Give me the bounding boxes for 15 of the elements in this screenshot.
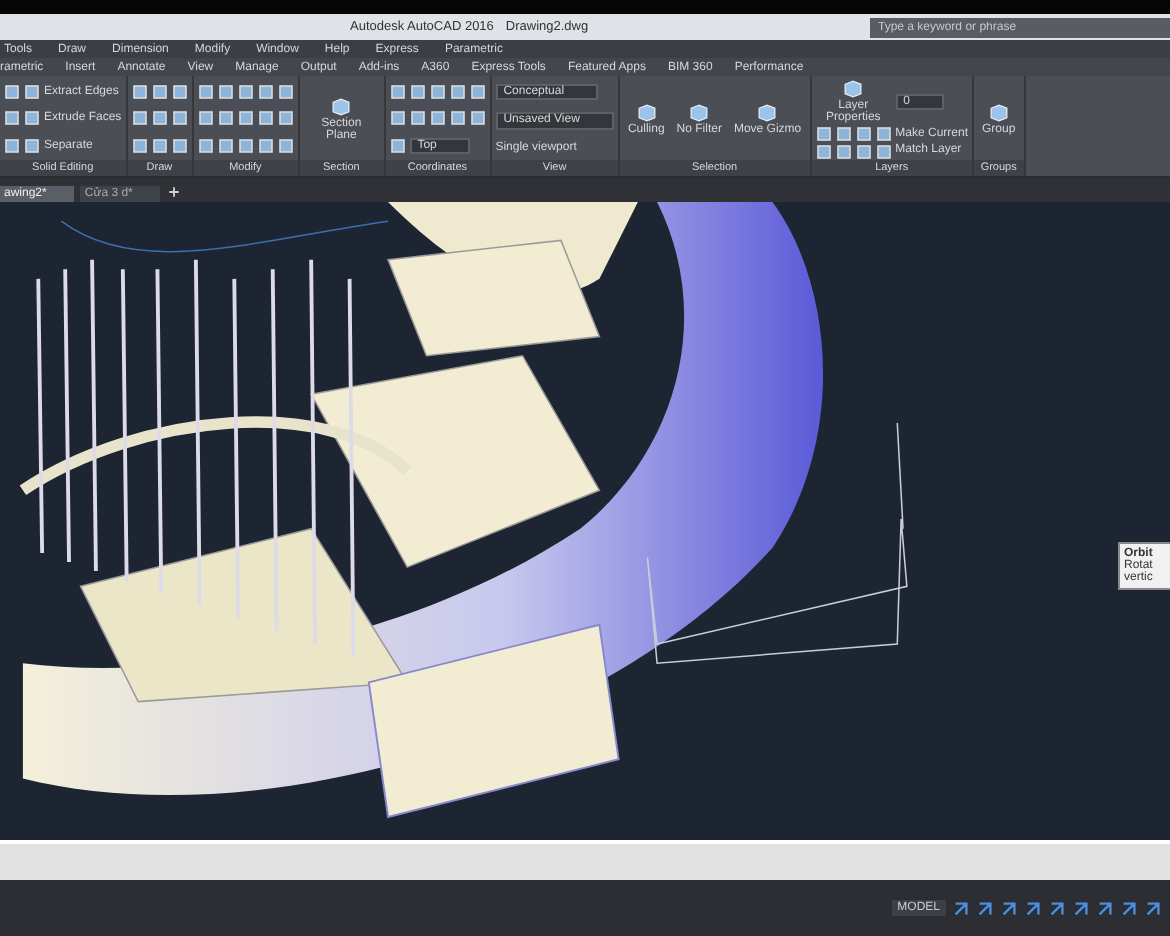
cube-icon [688,102,711,124]
status-icon[interactable] [1096,899,1114,917]
status-icon[interactable] [1000,899,1018,917]
status-icon[interactable] [976,899,994,917]
cube-icon [987,102,1010,124]
status-icon[interactable] [1072,899,1090,917]
status-icon[interactable] [952,899,970,917]
status-icon[interactable] [1048,899,1066,917]
cube-icon [330,96,353,118]
cube-icon [635,102,658,124]
cube-icon [756,102,779,124]
status-icon[interactable] [1120,899,1138,917]
status-icon[interactable] [1144,899,1162,917]
new-tab-icon[interactable] [166,184,183,200]
status-icon[interactable] [1024,899,1042,917]
